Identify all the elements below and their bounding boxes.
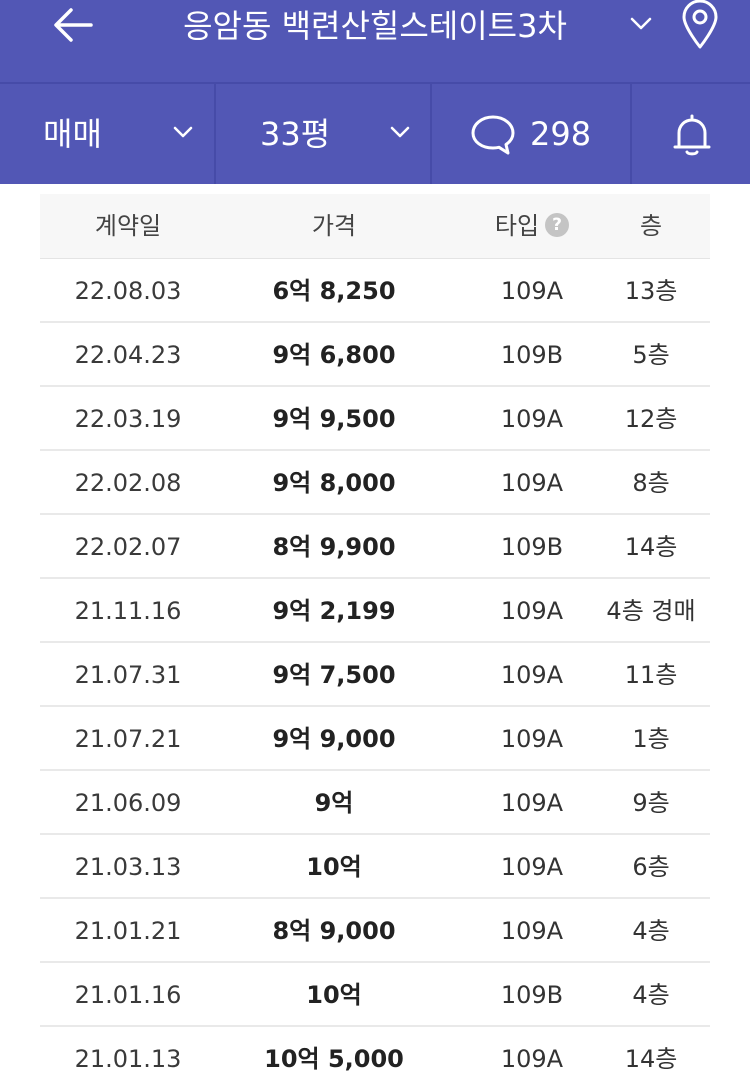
table-row[interactable]: 21.03.13 10억 109A 6층 <box>40 835 710 899</box>
row-date: 21.07.21 <box>74 725 182 753</box>
row-type: 109A <box>500 725 564 753</box>
table-row[interactable]: 22.02.08 9억 8,000 109A 8층 <box>40 451 710 515</box>
row-date: 22.08.03 <box>74 277 182 305</box>
row-price: 9억 <box>314 789 354 817</box>
transaction-table: 계약일 가격 타입? 층 22.08.03 6억 8,250 109A 13층 22.0… <box>40 194 710 1081</box>
question-mark-icon[interactable]: ? <box>545 213 570 237</box>
row-price: 10억 <box>306 853 362 881</box>
row-date: 21.01.21 <box>74 917 182 945</box>
row-price: 9억 2,199 <box>272 597 396 625</box>
row-type: 109A <box>500 597 564 625</box>
row-date: 21.03.13 <box>74 853 182 881</box>
row-date: 21.01.13 <box>74 1045 182 1073</box>
row-price: 10억 5,000 <box>264 1045 404 1073</box>
row-floor: 9층 <box>632 789 670 817</box>
header-date[interactable]: 계약일 <box>40 194 216 258</box>
row-date: 22.02.08 <box>74 469 182 497</box>
comment-count: 298 <box>530 115 592 153</box>
row-floor: 12층 <box>624 405 678 433</box>
chevron-down-icon <box>630 17 652 30</box>
row-floor: 4층 경매 <box>606 597 696 625</box>
header-type-label: 타입 <box>494 212 540 240</box>
filter-bar: 매매 33평 298 <box>0 82 750 184</box>
chevron-down-icon <box>171 122 195 142</box>
table-row[interactable]: 22.08.03 6억 8,250 109A 13층 <box>40 259 710 323</box>
row-floor: 6층 <box>632 853 670 881</box>
speech-bubble-icon <box>471 115 515 155</box>
row-date: 21.01.16 <box>74 981 182 1009</box>
row-type: 109B <box>500 341 564 369</box>
row-floor: 14층 <box>624 1045 678 1073</box>
size-label: 33평 <box>260 115 331 153</box>
row-price: 8억 9,900 <box>272 533 396 561</box>
trade-type-label: 매매 <box>43 115 102 153</box>
table-row[interactable]: 22.03.19 9억 9,500 109A 12층 <box>40 387 710 451</box>
row-date: 21.07.31 <box>74 661 182 689</box>
row-date: 22.04.23 <box>74 341 182 369</box>
row-price: 9억 9,000 <box>272 725 396 753</box>
location-button[interactable] <box>678 0 722 52</box>
chevron-down-icon <box>388 122 412 142</box>
row-date: 21.06.09 <box>74 789 182 817</box>
table-row[interactable]: 21.07.31 9억 7,500 109A 11층 <box>40 643 710 707</box>
row-floor: 11층 <box>624 661 678 689</box>
back-button[interactable] <box>48 0 98 50</box>
row-date: 22.03.19 <box>74 405 182 433</box>
table-row[interactable]: 21.01.16 10억 109B 4층 <box>40 963 710 1027</box>
table-row[interactable]: 21.11.16 9억 2,199 109A 4층 경매 <box>40 579 710 643</box>
notification-button[interactable] <box>632 84 750 184</box>
row-date: 22.02.07 <box>74 533 182 561</box>
table-row[interactable]: 22.04.23 9억 6,800 109B 5층 <box>40 323 710 387</box>
row-floor: 4층 <box>632 917 670 945</box>
row-type: 109A <box>500 1045 564 1073</box>
row-floor: 4층 <box>632 981 670 1009</box>
page-title[interactable]: 응암동 백련산힐스테이트3차 <box>150 4 600 48</box>
table-header: 계약일 가격 타입? 층 <box>40 194 710 259</box>
trade-type-dropdown[interactable]: 매매 <box>0 84 216 184</box>
row-type: 109A <box>500 917 564 945</box>
size-dropdown[interactable]: 33평 <box>216 84 432 184</box>
table-row[interactable]: 22.02.07 8억 9,900 109B 14층 <box>40 515 710 579</box>
row-price: 9억 7,500 <box>272 661 396 689</box>
arrow-left-icon <box>54 8 93 42</box>
map-pin-icon <box>682 0 718 49</box>
row-date: 21.11.16 <box>74 597 182 625</box>
header-floor[interactable]: 층 <box>592 194 710 258</box>
table-row[interactable]: 21.01.21 8억 9,000 109A 4층 <box>40 899 710 963</box>
comments-button[interactable]: 298 <box>432 84 632 184</box>
table-row[interactable]: 21.07.21 9억 9,000 109A 1층 <box>40 707 710 771</box>
row-price: 9억 8,000 <box>272 469 396 497</box>
row-price: 9억 6,800 <box>272 341 396 369</box>
app-header: 응암동 백련산힐스테이트3차 <box>0 0 750 82</box>
row-price: 10억 <box>306 981 362 1009</box>
row-price: 9억 9,500 <box>272 405 396 433</box>
table-row[interactable]: 21.01.13 10억 5,000 109A 14층 <box>40 1027 710 1081</box>
row-price: 6억 8,250 <box>272 277 396 305</box>
row-type: 109A <box>500 789 564 817</box>
row-type: 109A <box>500 853 564 881</box>
row-floor: 5층 <box>632 341 670 369</box>
table-row[interactable]: 21.06.09 9억 109A 9층 <box>40 771 710 835</box>
row-floor: 8층 <box>632 469 670 497</box>
row-type: 109A <box>500 277 564 305</box>
row-type: 109A <box>500 405 564 433</box>
bell-icon <box>673 114 711 156</box>
row-floor: 13층 <box>624 277 678 305</box>
header-price[interactable]: 가격 <box>216 194 452 258</box>
header-type[interactable]: 타입? <box>452 194 612 258</box>
row-floor: 1층 <box>632 725 670 753</box>
row-type: 109B <box>500 981 564 1009</box>
row-floor: 14층 <box>624 533 678 561</box>
row-price: 8억 9,000 <box>272 917 396 945</box>
row-type: 109A <box>500 661 564 689</box>
title-dropdown-button[interactable] <box>626 12 656 36</box>
table-body: 22.08.03 6억 8,250 109A 13층 22.04.23 9억 6,800 1… <box>40 259 710 1081</box>
row-type: 109B <box>500 533 564 561</box>
row-type: 109A <box>500 469 564 497</box>
